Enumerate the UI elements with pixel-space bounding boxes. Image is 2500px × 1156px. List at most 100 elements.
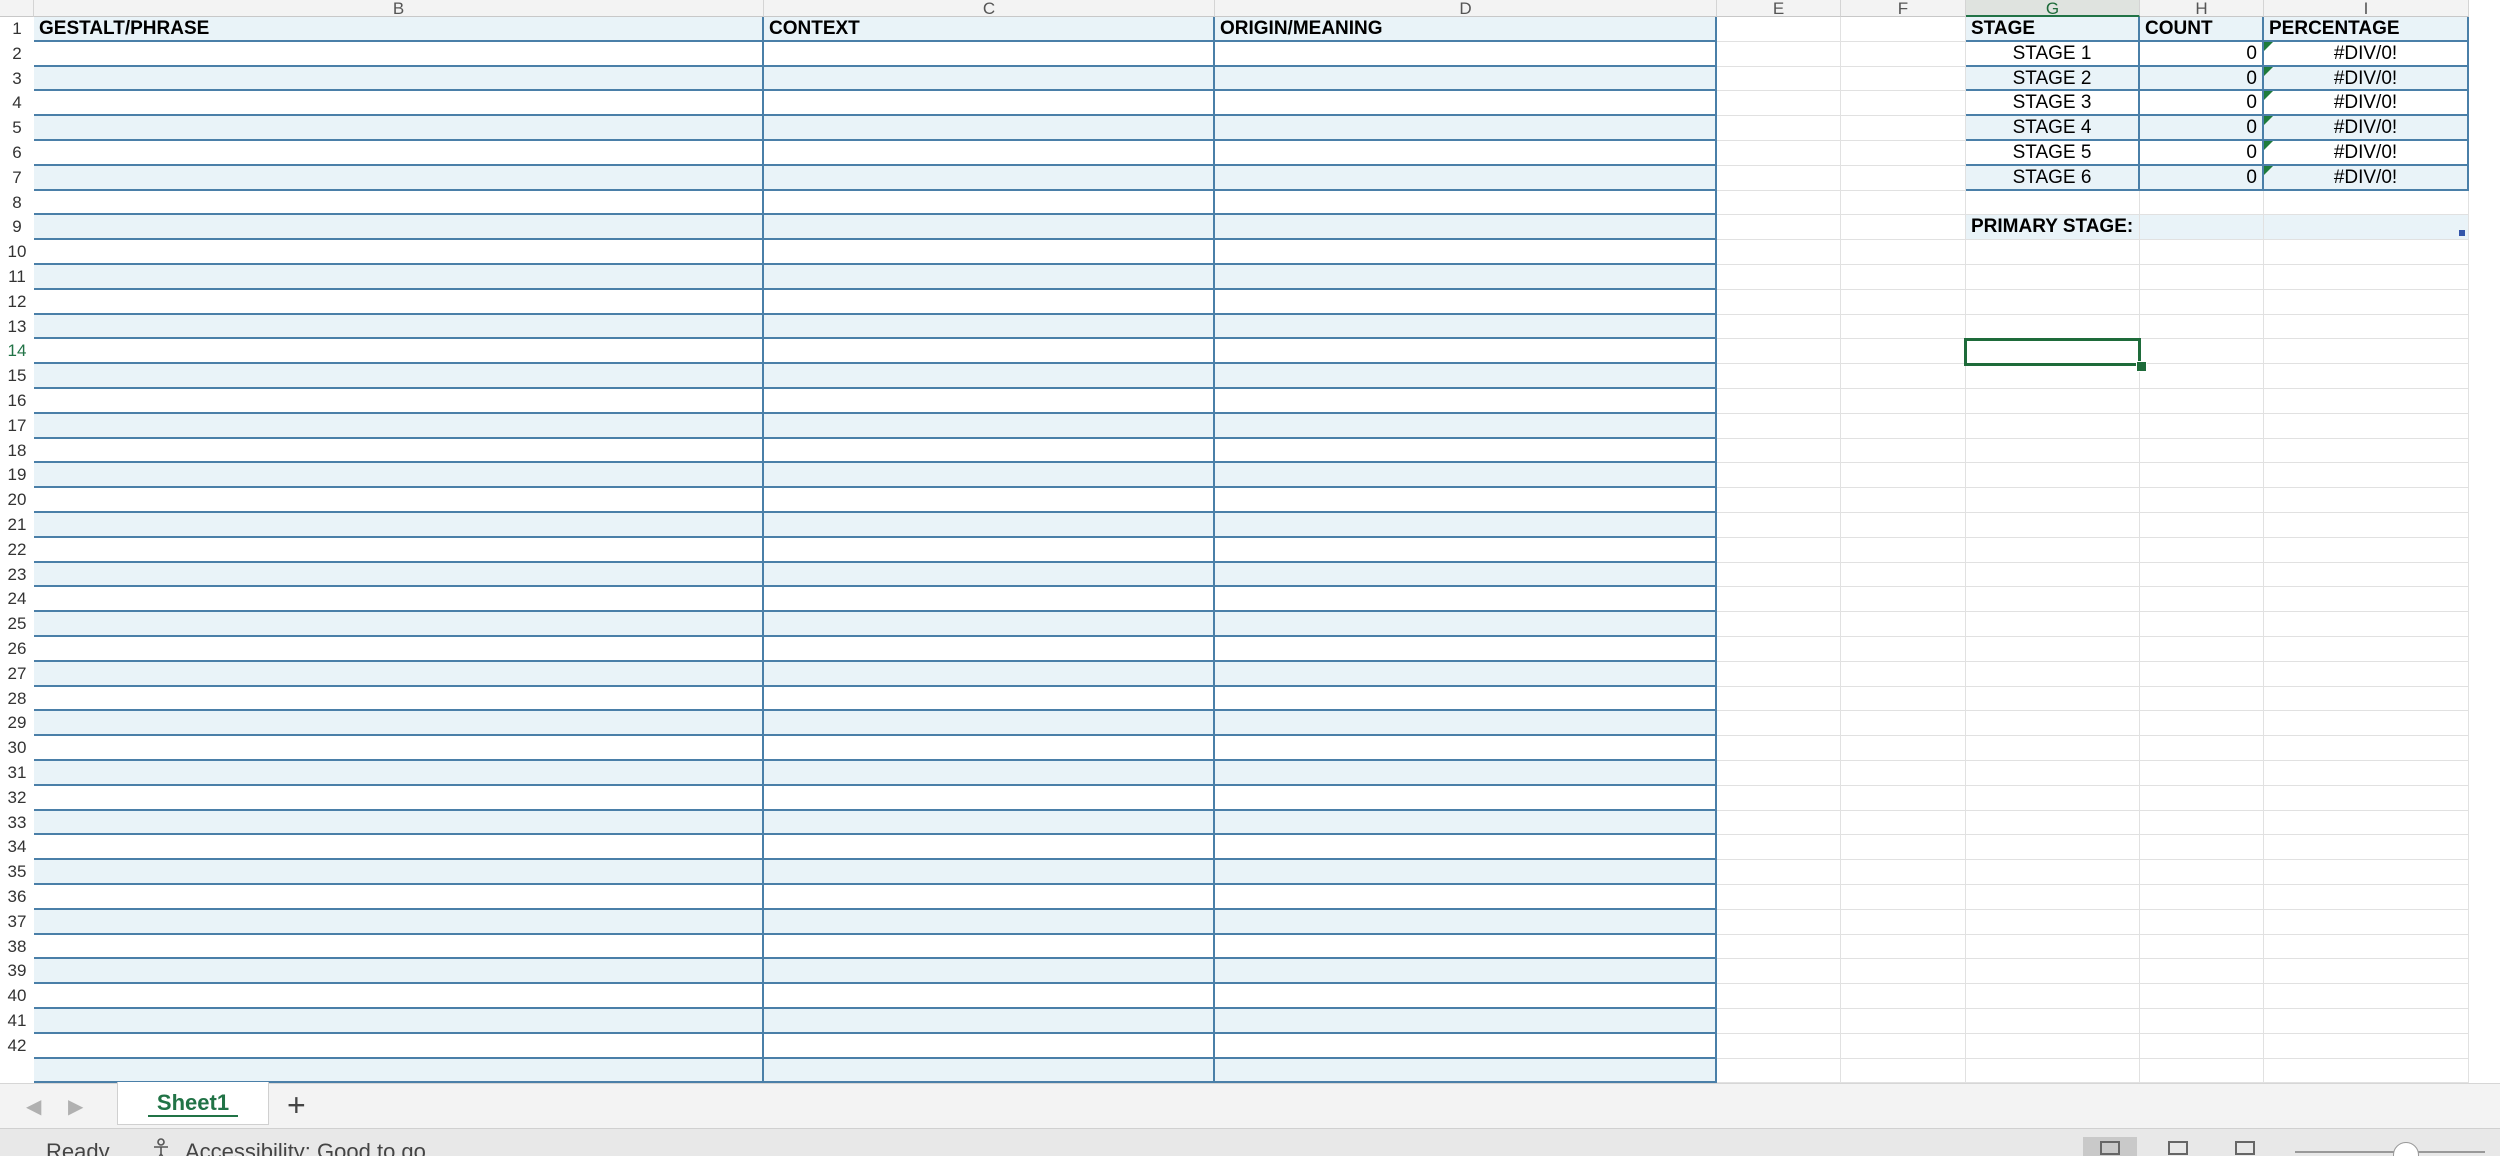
cell[interactable] — [2264, 339, 2469, 365]
row-header[interactable]: 27 — [0, 661, 34, 687]
cell[interactable] — [764, 463, 1215, 489]
cell[interactable] — [1215, 637, 1717, 662]
cell[interactable] — [1717, 810, 1841, 836]
stage-table-header[interactable]: STAGE — [1966, 17, 2140, 42]
cell[interactable] — [1717, 364, 1841, 389]
cell[interactable] — [2140, 736, 2264, 761]
cell[interactable] — [1966, 1033, 2140, 1059]
cell[interactable] — [1215, 1033, 1717, 1059]
cell[interactable] — [34, 860, 764, 885]
cell[interactable] — [2140, 364, 2264, 389]
resize-handle-icon[interactable] — [2459, 230, 2465, 237]
cell[interactable] — [1841, 612, 1966, 637]
cell[interactable] — [34, 736, 764, 761]
row-header[interactable]: 5 — [0, 116, 34, 141]
cell[interactable] — [1841, 810, 1966, 836]
cell[interactable] — [2140, 562, 2264, 588]
cell[interactable] — [2140, 513, 2264, 538]
stage-table-stage[interactable]: STAGE 5 — [1966, 141, 2140, 166]
cell[interactable] — [34, 909, 764, 935]
cell[interactable] — [1215, 761, 1717, 786]
cell[interactable] — [764, 909, 1215, 935]
cell[interactable] — [1841, 463, 1966, 489]
cell[interactable] — [1966, 389, 2140, 414]
cell[interactable] — [1966, 488, 2140, 513]
row-header[interactable]: 19 — [0, 463, 34, 489]
row-header[interactable]: 13 — [0, 314, 34, 340]
cell[interactable] — [1717, 637, 1841, 662]
cell[interactable] — [2264, 215, 2469, 241]
cell[interactable] — [34, 934, 764, 960]
cell[interactable] — [2264, 959, 2469, 985]
cell[interactable] — [2264, 289, 2469, 315]
column-header-f[interactable]: F — [1841, 0, 1966, 18]
cell[interactable] — [1717, 1033, 1841, 1059]
cell[interactable] — [1717, 1009, 1841, 1034]
cell[interactable] — [1966, 835, 2140, 861]
cell[interactable] — [1717, 165, 1841, 191]
cell[interactable] — [34, 116, 764, 141]
cell[interactable] — [1841, 289, 1966, 315]
column-header-b[interactable]: B — [34, 0, 764, 18]
cell[interactable] — [2140, 265, 2264, 290]
cell[interactable] — [764, 587, 1215, 613]
row-header[interactable]: 15 — [0, 364, 34, 389]
cell[interactable] — [1841, 1058, 1966, 1083]
stage-table-percentage[interactable]: #DIV/0! — [2264, 66, 2469, 92]
cell[interactable] — [1717, 984, 1841, 1009]
cell[interactable] — [1215, 1009, 1717, 1034]
cell[interactable] — [1966, 661, 2140, 687]
cell[interactable] — [1215, 686, 1717, 712]
cell[interactable] — [764, 116, 1215, 141]
cell[interactable] — [1215, 488, 1717, 513]
cell[interactable] — [1717, 885, 1841, 910]
cell[interactable] — [34, 314, 764, 340]
cell[interactable] — [764, 761, 1215, 786]
cell[interactable] — [1841, 314, 1966, 340]
cell[interactable] — [1841, 562, 1966, 588]
row-header[interactable]: 25 — [0, 612, 34, 637]
page-break-view-icon[interactable] — [2218, 1137, 2272, 1156]
cell[interactable] — [2264, 637, 2469, 662]
previous-sheet-icon[interactable]: ◀ — [26, 1094, 41, 1119]
cell[interactable] — [1215, 389, 1717, 414]
row-header[interactable]: 28 — [0, 686, 34, 712]
cell[interactable] — [34, 835, 764, 861]
cell[interactable] — [1717, 314, 1841, 340]
cell[interactable] — [2140, 1009, 2264, 1034]
cell[interactable] — [2140, 389, 2264, 414]
cell[interactable] — [2264, 860, 2469, 885]
row-header[interactable]: 18 — [0, 438, 34, 464]
cell[interactable] — [1841, 389, 1966, 414]
cell[interactable] — [1215, 736, 1717, 761]
stage-table-header[interactable]: PERCENTAGE — [2264, 17, 2469, 42]
cell[interactable] — [1966, 686, 2140, 712]
stage-table-stage[interactable]: STAGE 3 — [1966, 91, 2140, 117]
stage-table-percentage[interactable]: #DIV/0! — [2264, 165, 2469, 191]
cell[interactable] — [2264, 364, 2469, 389]
stage-table-count[interactable]: 0 — [2140, 41, 2264, 67]
cell[interactable] — [1215, 438, 1717, 464]
row-header[interactable]: 12 — [0, 289, 34, 315]
cell[interactable] — [34, 165, 764, 191]
row-header[interactable]: 1 — [0, 17, 34, 42]
cell[interactable] — [1717, 686, 1841, 712]
cell[interactable] — [2140, 835, 2264, 861]
row-header[interactable]: 29 — [0, 711, 34, 737]
cell[interactable] — [2140, 761, 2264, 786]
cell[interactable] — [2140, 984, 2264, 1009]
active-cell-cursor[interactable] — [1964, 338, 2141, 367]
fill-handle[interactable] — [2136, 361, 2147, 373]
cell[interactable] — [34, 537, 764, 563]
cell[interactable] — [1717, 1058, 1841, 1083]
cell[interactable] — [1841, 1033, 1966, 1059]
cell[interactable] — [1717, 562, 1841, 588]
cell[interactable] — [2264, 885, 2469, 910]
cell[interactable] — [2140, 413, 2264, 439]
zoom-slider-thumb[interactable] — [2393, 1142, 2419, 1156]
cell[interactable] — [1215, 711, 1717, 737]
cell[interactable] — [1215, 562, 1717, 588]
cell[interactable] — [34, 959, 764, 985]
cell[interactable] — [1966, 637, 2140, 662]
cell[interactable] — [34, 413, 764, 439]
